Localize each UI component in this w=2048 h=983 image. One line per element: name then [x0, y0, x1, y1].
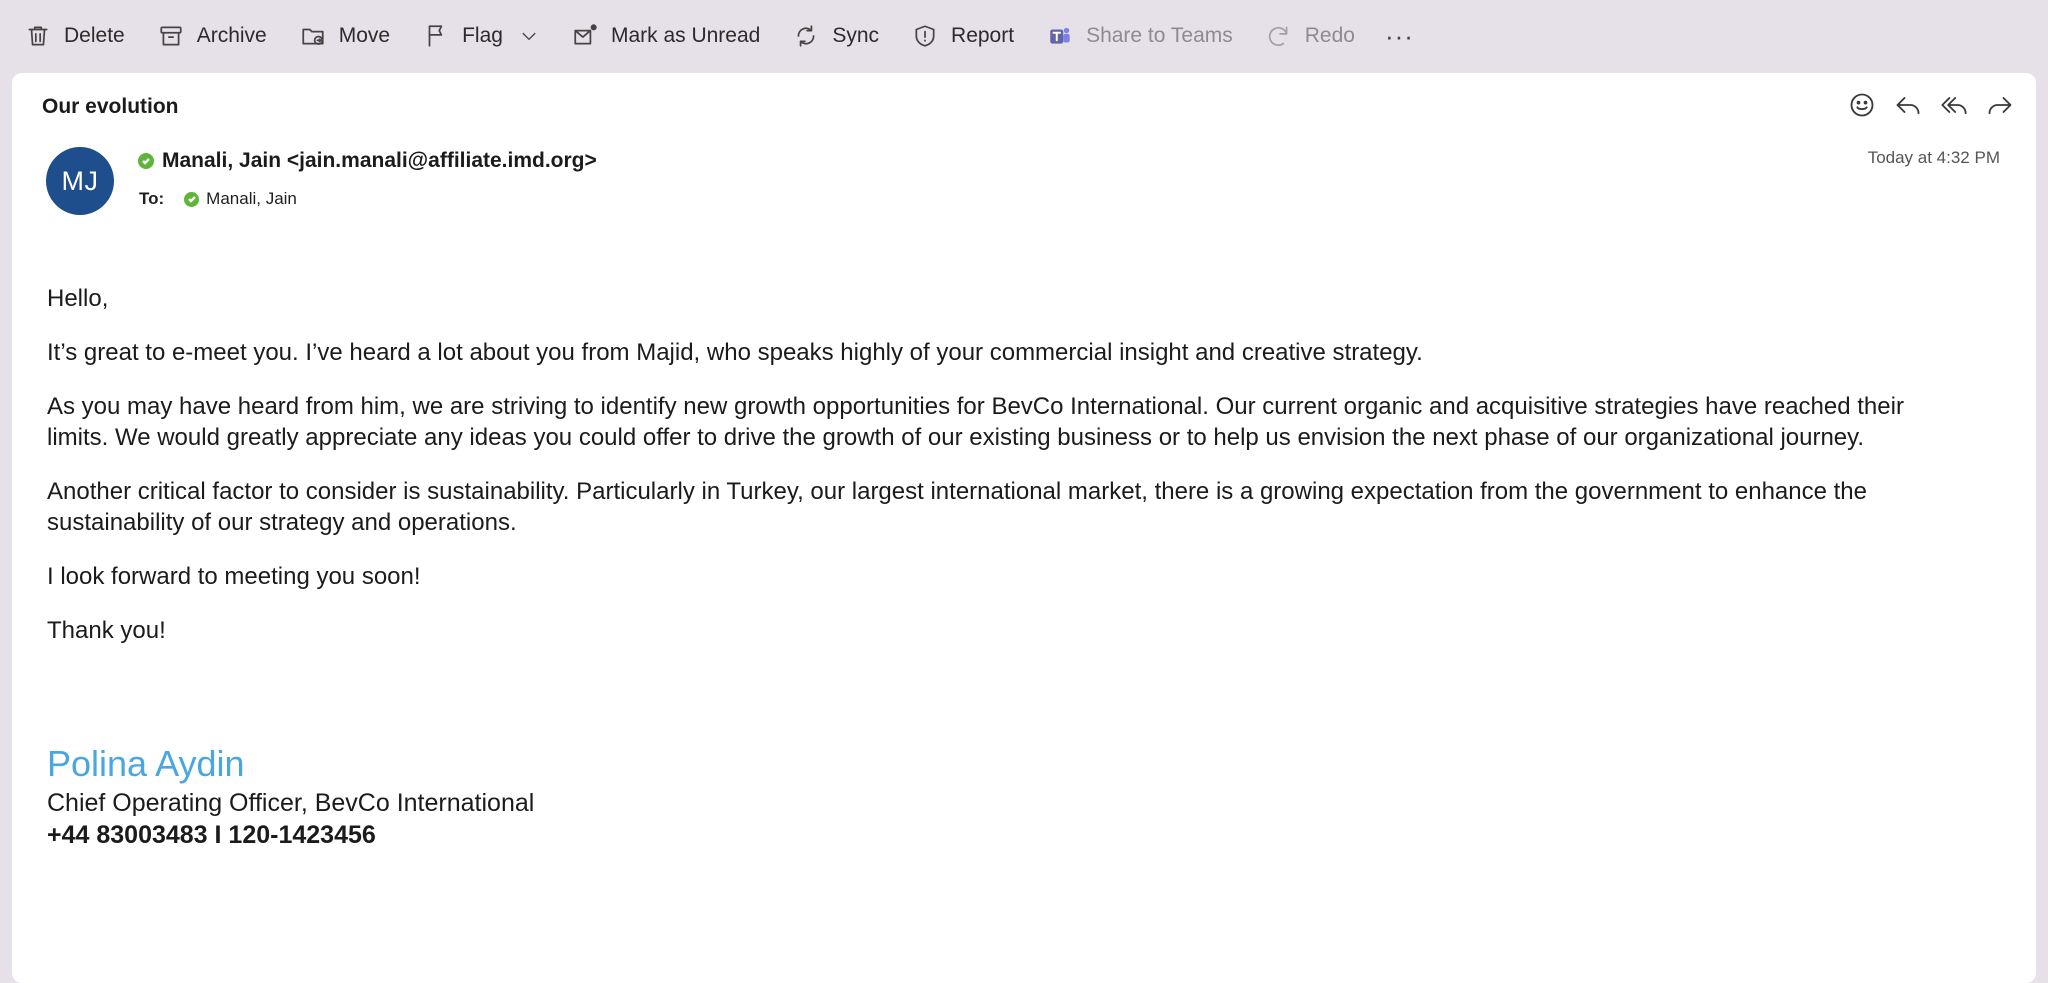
body-paragraph: Hello,: [47, 285, 109, 312]
reply-button[interactable]: [1894, 91, 1922, 119]
forward-icon: [1988, 97, 2012, 115]
body-paragraph: Thank you!: [47, 617, 166, 644]
signature-name: Polina Aydin: [47, 743, 245, 784]
presence-available-icon: [138, 153, 154, 169]
archive-button[interactable]: Archive: [141, 12, 283, 60]
mark-unread-label: Mark as Unread: [610, 24, 761, 47]
reply-all-button[interactable]: [1940, 91, 1968, 119]
reply-all-icon: [1941, 97, 1967, 115]
chevron-down-icon[interactable]: [519, 26, 539, 46]
smiley-icon: [1850, 93, 1874, 117]
folder-move-icon: [299, 22, 327, 50]
body-paragraph: Another critical factor to consider is s…: [47, 478, 1868, 536]
body-paragraph: As you may have heard from him, we are s…: [47, 393, 1904, 451]
body-paragraph: I look forward to meeting you soon!: [47, 563, 421, 590]
trash-icon: [24, 22, 52, 50]
sync-icon: [792, 22, 820, 50]
share-to-teams-label: Share to Teams: [1086, 24, 1233, 47]
signature-phone: +44 83003483 I 120-1423456: [47, 821, 376, 849]
signature-title: Chief Operating Officer, BevCo Internati…: [47, 789, 535, 817]
sync-label: Sync: [832, 24, 880, 47]
flag-label: Flag: [462, 24, 503, 47]
envelope-unread-icon: [571, 22, 599, 50]
sync-button[interactable]: Sync: [776, 12, 895, 60]
flag-button[interactable]: Flag: [406, 12, 555, 60]
emoji-reaction-button[interactable]: [1848, 91, 1876, 119]
redo-icon: [1265, 22, 1293, 50]
move-label: Move: [338, 24, 391, 47]
message-timestamp: Today at 4:32 PM: [1867, 148, 2000, 167]
message-subject: Our evolution: [42, 95, 179, 118]
redo-button[interactable]: Redo: [1249, 12, 1371, 60]
flag-icon: [422, 22, 450, 50]
report-button[interactable]: Report: [895, 12, 1030, 60]
message-actions: [1848, 91, 2014, 119]
message-body: Hello, It’s great to e-meet you. I’ve he…: [47, 283, 1957, 669]
to-label: To:: [139, 189, 165, 208]
move-button[interactable]: Move: [283, 12, 406, 60]
delete-button[interactable]: Delete: [0, 12, 141, 60]
delete-label: Delete: [64, 24, 125, 47]
recipient-line: To: Manali, Jain: [139, 189, 297, 209]
recipient-name[interactable]: Manali, Jain: [206, 189, 297, 209]
archive-label: Archive: [196, 24, 267, 47]
sender-line: Manali, Jain <jain.manali@affiliate.imd.…: [138, 149, 597, 173]
shield-alert-icon: [911, 22, 939, 50]
sender-avatar[interactable]: MJ: [46, 147, 114, 215]
share-to-teams-button[interactable]: Share to Teams: [1030, 12, 1249, 60]
archive-icon: [157, 22, 185, 50]
report-label: Report: [951, 24, 1015, 47]
body-paragraph: It’s great to e-meet you. I’ve heard a l…: [47, 339, 1423, 366]
reading-pane: Our evolution MJ Manali, Jain <jain.mana…: [12, 73, 2036, 983]
message-toolbar: Delete Archive Move Flag Mark as Unread …: [0, 0, 2048, 72]
teams-icon: [1046, 22, 1074, 50]
redo-label: Redo: [1304, 24, 1355, 47]
forward-button[interactable]: [1986, 91, 2014, 119]
more-options-button[interactable]: ···: [1371, 12, 1428, 60]
reply-icon: [1896, 97, 1920, 115]
mark-unread-button[interactable]: Mark as Unread: [555, 12, 776, 60]
sender-name[interactable]: Manali, Jain <jain.manali@affiliate.imd.…: [162, 149, 597, 173]
presence-available-icon: [184, 191, 200, 207]
